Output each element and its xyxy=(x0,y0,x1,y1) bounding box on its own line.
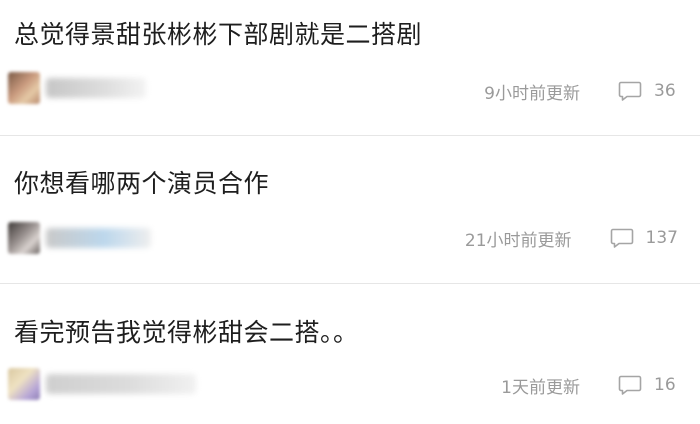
post-feed: 总觉得景甜张彬彬下部剧就是二搭剧 9小时前更新 36 你想看哪两个演员合作 21… xyxy=(0,0,700,424)
post-title[interactable]: 总觉得景甜张彬彬下部剧就是二搭剧 xyxy=(14,20,422,50)
update-time: 9小时前更新 xyxy=(484,83,580,104)
post-title[interactable]: 你想看哪两个演员合作 xyxy=(14,169,269,199)
post-author[interactable] xyxy=(8,72,158,106)
update-time: 21小时前更新 xyxy=(464,230,572,251)
username-blurred[interactable] xyxy=(46,228,151,248)
avatar[interactable] xyxy=(8,222,40,254)
post-item[interactable]: 总觉得景甜张彬彬下部剧就是二搭剧 9小时前更新 36 xyxy=(0,0,700,136)
comment-icon xyxy=(618,375,642,395)
post-item[interactable]: 你想看哪两个演员合作 21小时前更新 137 xyxy=(0,136,700,284)
username-blurred[interactable] xyxy=(46,78,146,98)
comment-count: 36 xyxy=(654,81,676,101)
post-meta: 21小时前更新 137 xyxy=(465,223,678,253)
post-author[interactable] xyxy=(8,368,196,402)
post-author[interactable] xyxy=(8,222,158,256)
post-item[interactable]: 看完预告我觉得彬甜会二搭。。 1天前更新 16 xyxy=(0,284,700,424)
username-blurred[interactable] xyxy=(46,374,196,394)
avatar[interactable] xyxy=(8,72,40,104)
post-meta: 1天前更新 16 xyxy=(501,370,678,400)
post-title[interactable]: 看完预告我觉得彬甜会二搭。。 xyxy=(14,318,359,348)
comment-icon xyxy=(610,228,633,248)
comment-count: 16 xyxy=(654,375,676,395)
comment-count: 137 xyxy=(645,228,678,248)
post-meta: 9小时前更新 36 xyxy=(484,76,678,106)
update-time: 1天前更新 xyxy=(501,377,580,398)
comment-icon xyxy=(618,81,642,101)
avatar[interactable] xyxy=(8,368,40,400)
